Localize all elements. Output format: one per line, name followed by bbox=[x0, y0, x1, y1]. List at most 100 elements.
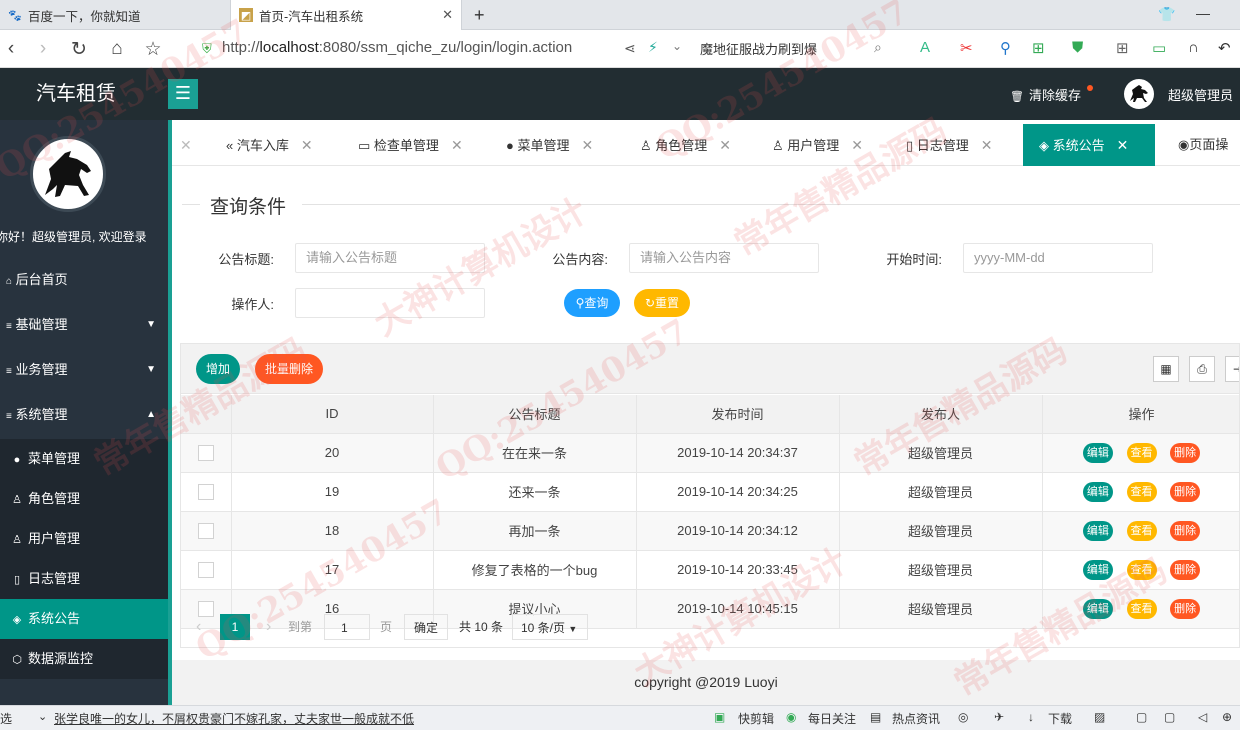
taskbar-item-hotnews[interactable]: 热点资讯 bbox=[892, 710, 940, 727]
row-checkbox[interactable] bbox=[197, 561, 214, 578]
chevron-down-icon[interactable]: ⌄ bbox=[38, 710, 47, 723]
export-icon[interactable]: ⇥ bbox=[1225, 356, 1239, 382]
page-number-current[interactable]: 1 bbox=[220, 614, 250, 640]
delete-button[interactable]: 删除 bbox=[1170, 559, 1201, 580]
operator-input[interactable] bbox=[295, 288, 485, 318]
share-icon[interactable]: ⋖ bbox=[624, 40, 636, 57]
edit-button[interactable]: 编辑 bbox=[1082, 442, 1113, 463]
close-icon[interactable]: ✕ bbox=[719, 137, 731, 153]
view-button[interactable]: 查看 bbox=[1126, 520, 1157, 541]
gamepad-icon[interactable]: ⊞ bbox=[1032, 39, 1045, 57]
search-button[interactable]: ⚲查询 bbox=[564, 289, 620, 317]
close-tab-icon[interactable]: ✕ bbox=[432, 7, 453, 23]
pin-icon[interactable]: ✈ bbox=[994, 710, 1004, 724]
column-header-time[interactable]: 发布时间 bbox=[636, 395, 840, 434]
taskbar-item-quickclip[interactable]: 快剪辑 bbox=[738, 710, 774, 727]
page-size-select[interactable]: 10 条/页 ▼ bbox=[512, 614, 588, 640]
clear-cache-button[interactable]: 🗑 清除缓存 bbox=[1010, 85, 1093, 104]
tab-log-manage[interactable]: ▯ 日志管理 ✕ bbox=[906, 124, 993, 166]
sidebar-item-menu-manage[interactable]: ● 菜单管理 bbox=[0, 439, 168, 479]
headphone-icon[interactable]: ∩ bbox=[1188, 39, 1199, 56]
forward-icon[interactable]: › bbox=[32, 38, 54, 60]
sidebar-item-system[interactable]: ≡ 系统管理 ▲ bbox=[0, 395, 168, 435]
avatar[interactable] bbox=[1124, 79, 1154, 109]
delete-button[interactable]: 删除 bbox=[1170, 442, 1201, 463]
scissors-icon[interactable]: ✂ bbox=[960, 39, 973, 57]
edit-button[interactable]: 编辑 bbox=[1082, 481, 1113, 502]
title-input[interactable]: 请输入公告标题 bbox=[295, 243, 485, 273]
delete-button[interactable]: 删除 bbox=[1170, 481, 1201, 502]
zoom-icon[interactable]: ⊕ bbox=[1222, 710, 1232, 724]
close-icon[interactable]: ✕ bbox=[1117, 137, 1129, 153]
add-button[interactable]: 增加 bbox=[196, 354, 240, 384]
lightning-icon[interactable]: ⚡ bbox=[648, 39, 658, 56]
battery-icon[interactable]: ▭ bbox=[1152, 39, 1166, 57]
sidebar-item-datasource[interactable]: ⬡ 数据源监控 bbox=[0, 639, 168, 679]
sidebar-item-dashboard[interactable]: ⌂ 后台首页 bbox=[0, 260, 168, 300]
close-icon[interactable]: ✕ bbox=[582, 137, 594, 153]
back-icon[interactable]: ‹ bbox=[0, 38, 22, 60]
sidebar-item-role-manage[interactable]: ♙ 角色管理 bbox=[0, 479, 168, 519]
sidebar-item-business[interactable]: ≡ 业务管理 ▼ bbox=[0, 350, 168, 390]
batch-delete-button[interactable]: 批量删除 bbox=[255, 354, 323, 384]
undo-icon[interactable]: ↶ bbox=[1218, 39, 1231, 57]
tab-menu-manage[interactable]: ● 菜单管理 ✕ bbox=[506, 124, 593, 166]
username[interactable]: 超级管理员 bbox=[1168, 85, 1233, 104]
table-row[interactable]: 19 还来一条 2019-10-14 20:34:25 超级管理员 编辑 查看 删除 bbox=[181, 472, 1239, 512]
row-checkbox[interactable] bbox=[197, 522, 214, 539]
goto-confirm-button[interactable]: 确定 bbox=[404, 614, 448, 640]
edit-button[interactable]: 编辑 bbox=[1082, 559, 1113, 580]
home-icon[interactable]: ⌂ bbox=[106, 38, 128, 60]
reset-button[interactable]: ↻重置 bbox=[634, 289, 690, 317]
volume-icon[interactable]: ◁ bbox=[1198, 710, 1207, 724]
star-icon[interactable]: ☆ bbox=[142, 38, 164, 61]
print-icon[interactable]: ⎙ bbox=[1189, 356, 1215, 382]
tab-page-ops[interactable]: ◉页面操 bbox=[1178, 124, 1228, 166]
table-row[interactable]: 18 再加一条 2019-10-14 20:34:12 超级管理员 编辑 查看 删除 bbox=[181, 511, 1239, 551]
close-icon[interactable]: ✕ bbox=[180, 137, 192, 154]
translate-icon[interactable]: A bbox=[920, 39, 930, 56]
taskbar-item-download[interactable]: 下载 bbox=[1048, 710, 1072, 727]
view-button[interactable]: 查看 bbox=[1126, 559, 1157, 580]
columns-icon[interactable]: ▦ bbox=[1153, 356, 1179, 382]
close-icon[interactable]: ✕ bbox=[981, 137, 993, 153]
news-link[interactable]: 张学良唯一的女儿，不屑权贵豪门不嫁孔家，丈夫家世一般成就不低 bbox=[54, 710, 414, 727]
browser-tab-active[interactable]: ◩ 首页-汽车出租系统 ✕ bbox=[230, 0, 462, 30]
close-icon[interactable]: ✕ bbox=[301, 137, 313, 153]
sidebar-item-announcement[interactable]: ◈ 系统公告 bbox=[0, 599, 168, 639]
column-header-id[interactable]: ID bbox=[231, 395, 434, 434]
window-icon[interactable]: ▢ bbox=[1164, 710, 1175, 724]
globe-icon[interactable]: ◎ bbox=[958, 710, 968, 724]
content-input[interactable]: 请输入公告内容 bbox=[629, 243, 819, 273]
grid-icon[interactable]: ▨ bbox=[1094, 710, 1105, 724]
row-checkbox[interactable] bbox=[197, 444, 214, 461]
sidebar-item-basic[interactable]: ≡ 基础管理 ▼ bbox=[0, 305, 168, 345]
sidebar-item-user-manage[interactable]: ♙ 用户管理 bbox=[0, 519, 168, 559]
prev-page-icon[interactable]: ‹ bbox=[196, 614, 201, 640]
shield-icon[interactable]: ⛊ bbox=[1072, 39, 1083, 56]
close-icon[interactable]: ✕ bbox=[451, 137, 463, 153]
taskbar-item-daily[interactable]: 每日关注 bbox=[808, 710, 856, 727]
goto-page-input[interactable]: 1 bbox=[324, 614, 370, 640]
search-box[interactable]: 魔地征服战力刷到爆 bbox=[700, 39, 817, 58]
tab-announcement[interactable]: ◈ 系统公告 ✕ bbox=[1023, 124, 1155, 166]
close-icon[interactable]: ✕ bbox=[851, 137, 863, 153]
new-tab-button[interactable]: + bbox=[466, 0, 490, 30]
url-field[interactable]: http://localhost:8080/ssm_qiche_zu/login… bbox=[222, 39, 572, 56]
menu-toggle-button[interactable]: ☰ bbox=[168, 79, 198, 109]
column-header-title[interactable]: 公告标题 bbox=[433, 395, 637, 434]
tab-user-manage[interactable]: ♙ 用户管理 ✕ bbox=[772, 124, 863, 166]
magnifier-icon[interactable]: ⚲ bbox=[1000, 39, 1011, 57]
column-header-author[interactable]: 发布人 bbox=[839, 395, 1043, 434]
tab-inspection[interactable]: ▭ 检查单管理 ✕ bbox=[358, 124, 463, 166]
minimize-icon[interactable]: — bbox=[1196, 5, 1210, 21]
next-page-icon[interactable]: › bbox=[266, 614, 271, 640]
row-checkbox[interactable] bbox=[197, 483, 214, 500]
view-button[interactable]: 查看 bbox=[1126, 442, 1157, 463]
shirt-icon[interactable]: 👕 bbox=[1158, 6, 1175, 23]
edit-button[interactable]: 编辑 bbox=[1082, 520, 1113, 541]
table-row[interactable]: 20 在在来一条 2019-10-14 20:34:37 超级管理员 编辑 查看 删除 bbox=[181, 433, 1239, 473]
chevron-down-icon[interactable]: ⌄ bbox=[672, 39, 682, 53]
browser-tab-baidu[interactable]: 🐾 百度一下，你就知道 bbox=[0, 0, 228, 30]
tab-car-storage[interactable]: « 汽车入库 ✕ bbox=[226, 124, 313, 166]
